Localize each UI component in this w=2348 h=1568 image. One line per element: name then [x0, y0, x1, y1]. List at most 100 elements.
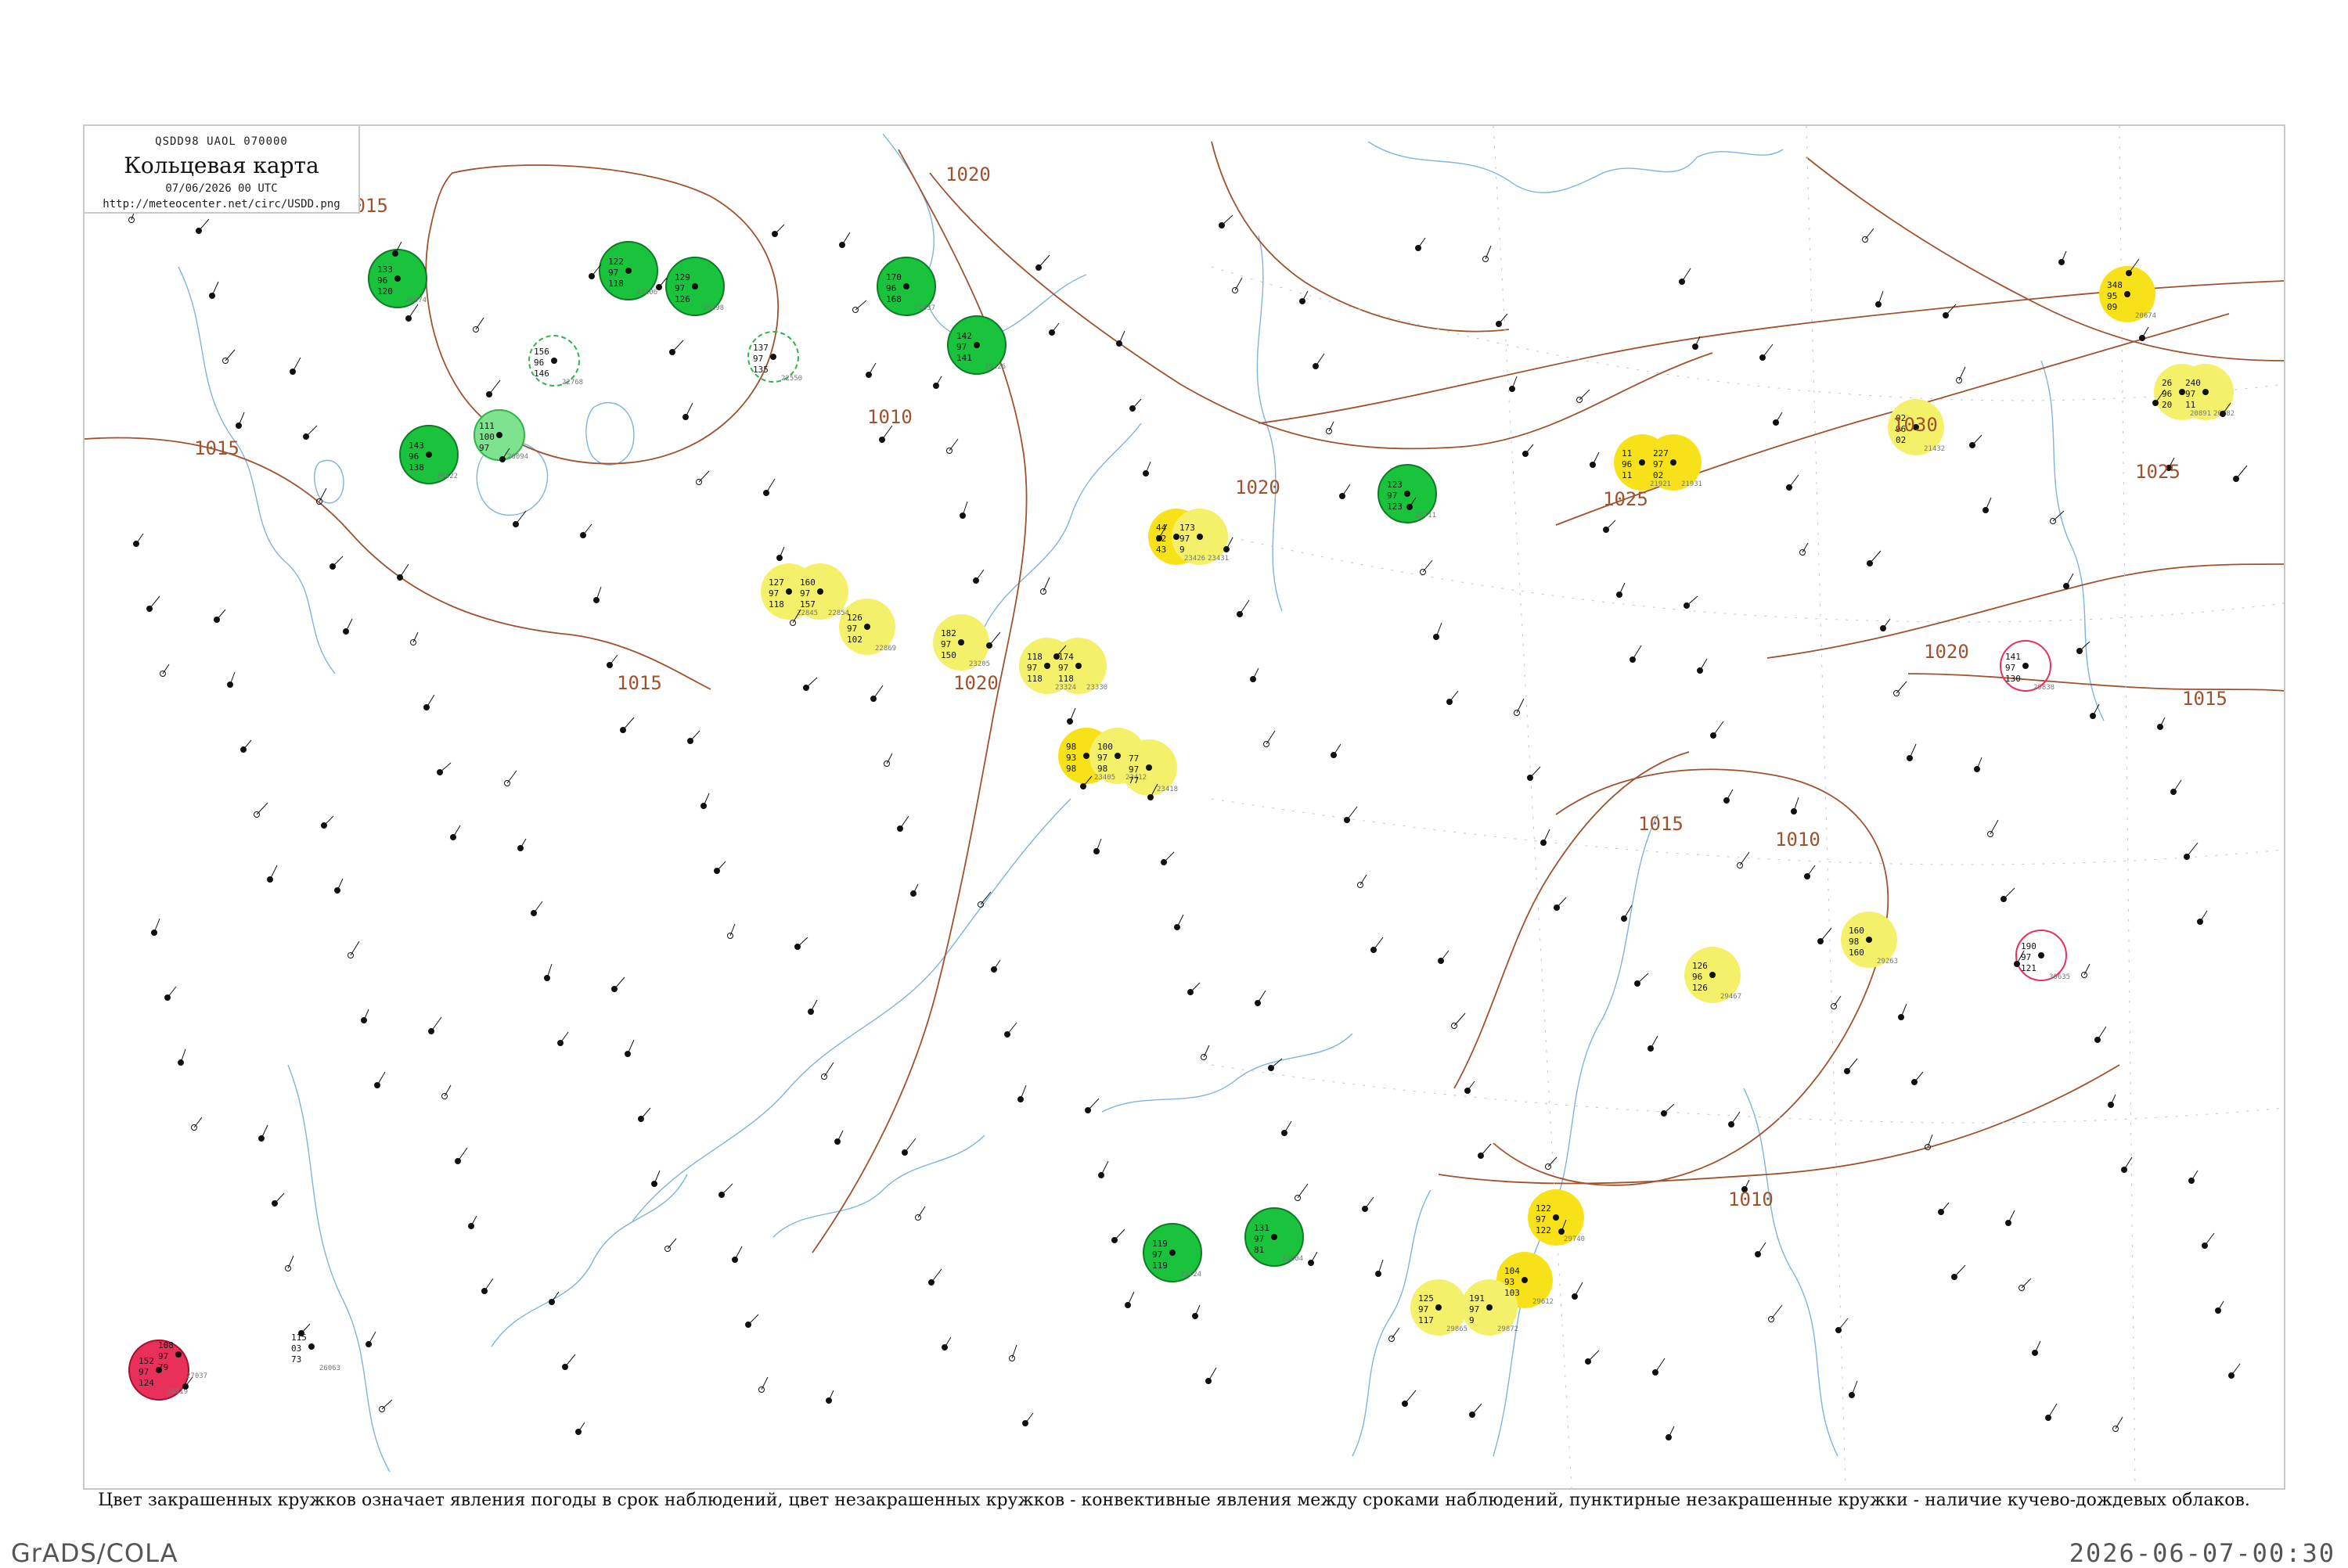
station-dewpoint: 118: [769, 599, 784, 610]
isobar-1020-east: [1766, 563, 2284, 659]
station-dot[interactable]: [394, 275, 401, 282]
wind-barb: [1770, 1304, 1783, 1320]
station-dot[interactable]: [817, 588, 823, 595]
station-dot[interactable]: [496, 432, 502, 438]
station-dot[interactable]: [1075, 663, 1082, 669]
station-dewpoint: 126: [1692, 983, 1708, 993]
wind-barb: [721, 1183, 733, 1196]
station-temp: 142: [956, 331, 972, 341]
station-dot[interactable]: [551, 358, 557, 364]
station-dot[interactable]: [1670, 459, 1676, 466]
station-dot[interactable]: [156, 1367, 162, 1373]
station-temp: 119: [1152, 1239, 1168, 1249]
station-dot[interactable]: [903, 283, 909, 290]
wind-barb: [1020, 1084, 1027, 1100]
wind-barb: [337, 878, 344, 891]
wind-barb: [1909, 743, 1917, 759]
wind-barb: [1681, 268, 1691, 282]
station-pressure: 97: [1179, 534, 1190, 544]
wind-barb: [439, 762, 452, 773]
station-dot[interactable]: [2202, 389, 2209, 395]
station-dot[interactable]: [974, 342, 980, 348]
wind-barb: [931, 1268, 942, 1283]
station-dot[interactable]: [1083, 753, 1089, 759]
wind-barb: [690, 730, 700, 742]
wind-barb: [1900, 1003, 1907, 1018]
coastline-baltic: [178, 266, 336, 674]
wind-barb: [1838, 1318, 1849, 1331]
wind-barb: [886, 753, 893, 764]
station-dewpoint: 02: [1896, 435, 1906, 445]
station-dot[interactable]: [426, 451, 432, 458]
wind-barb: [1574, 1282, 1583, 1297]
station-dot[interactable]: [958, 639, 964, 646]
station-id: 27037: [186, 1372, 207, 1380]
station-dewpoint: 123: [1387, 502, 1403, 512]
wind-barb: [1556, 897, 1567, 908]
wind-barb: [470, 1215, 477, 1227]
wind-barb: [1087, 1098, 1100, 1111]
station-dot[interactable]: [864, 624, 870, 630]
station-dewpoint: 168: [886, 294, 902, 304]
lake-peipus: [314, 459, 344, 504]
wind-barb: [1945, 304, 1957, 316]
wind-barb: [1730, 1111, 1741, 1125]
station-temp: 26: [2162, 378, 2172, 388]
station-id: 29612: [1532, 1298, 1554, 1306]
station-dewpoint: 118: [1058, 674, 1074, 684]
wind-barb: [2034, 1340, 2041, 1354]
station-dot[interactable]: [625, 268, 632, 274]
wind-barb: [917, 1206, 926, 1218]
wind-barb: [962, 501, 968, 516]
station-dot[interactable]: [786, 588, 792, 595]
station-dot[interactable]: [2124, 291, 2130, 297]
station-dot[interactable]: [1435, 1304, 1442, 1311]
station-temp: 133: [377, 264, 393, 275]
station-dot[interactable]: [1486, 1304, 1493, 1311]
wind-barb: [211, 281, 219, 297]
wind-barb: [949, 438, 959, 451]
isobar-label: 1025: [1603, 488, 1648, 510]
station-dot[interactable]: [1146, 764, 1152, 771]
wind-barb: [578, 1422, 585, 1433]
station-id: 23431: [1208, 555, 1229, 563]
station-dot[interactable]: [692, 283, 698, 290]
source-url[interactable]: http://meteocenter.net/circ/USDD.png: [85, 198, 358, 210]
wind-barb: [1346, 806, 1358, 821]
wind-barb: [2021, 1278, 2032, 1289]
station-dot[interactable]: [2022, 663, 2029, 669]
station-dot[interactable]: [2179, 389, 2185, 395]
station-dot[interactable]: [2038, 952, 2044, 958]
station-id: 29467: [1720, 993, 1741, 1001]
station-id: 21931: [1681, 480, 1702, 488]
station-dot[interactable]: [1553, 1214, 1559, 1221]
station-dot[interactable]: [1115, 753, 1121, 759]
wind-barb: [1377, 1259, 1384, 1275]
wind-barb: [1820, 927, 1832, 942]
station-dot[interactable]: [1709, 972, 1716, 978]
wind-barb: [2097, 1026, 2107, 1041]
wind-barb: [2141, 326, 2149, 339]
weather-map[interactable]: 1089779270371150373260631339612026074111…: [85, 126, 2284, 1488]
station-dot[interactable]: [770, 354, 776, 360]
station-dot[interactable]: [175, 1351, 182, 1358]
station-id: 21432: [1924, 445, 1945, 453]
wind-barb: [873, 685, 884, 699]
station-dot[interactable]: [1169, 1250, 1176, 1256]
station-dot[interactable]: [308, 1343, 315, 1350]
station-dot[interactable]: [1639, 459, 1645, 466]
station-temp: 240: [2185, 378, 2201, 388]
station-dot[interactable]: [1522, 1277, 1528, 1283]
wind-barb: [225, 349, 236, 361]
station-dot[interactable]: [1404, 491, 1410, 497]
station-pressure: 97: [675, 283, 685, 293]
wind-barb: [1453, 1012, 1466, 1027]
station-dot[interactable]: [1044, 663, 1050, 669]
station-id: 23324: [1055, 684, 1076, 692]
station-dot[interactable]: [1173, 534, 1179, 540]
station-id: 21921: [1650, 480, 1671, 488]
station-dot[interactable]: [1271, 1234, 1277, 1240]
station-dot[interactable]: [1197, 534, 1203, 540]
station-dot[interactable]: [1866, 937, 1872, 943]
station-id: 23724: [1180, 1271, 1201, 1278]
